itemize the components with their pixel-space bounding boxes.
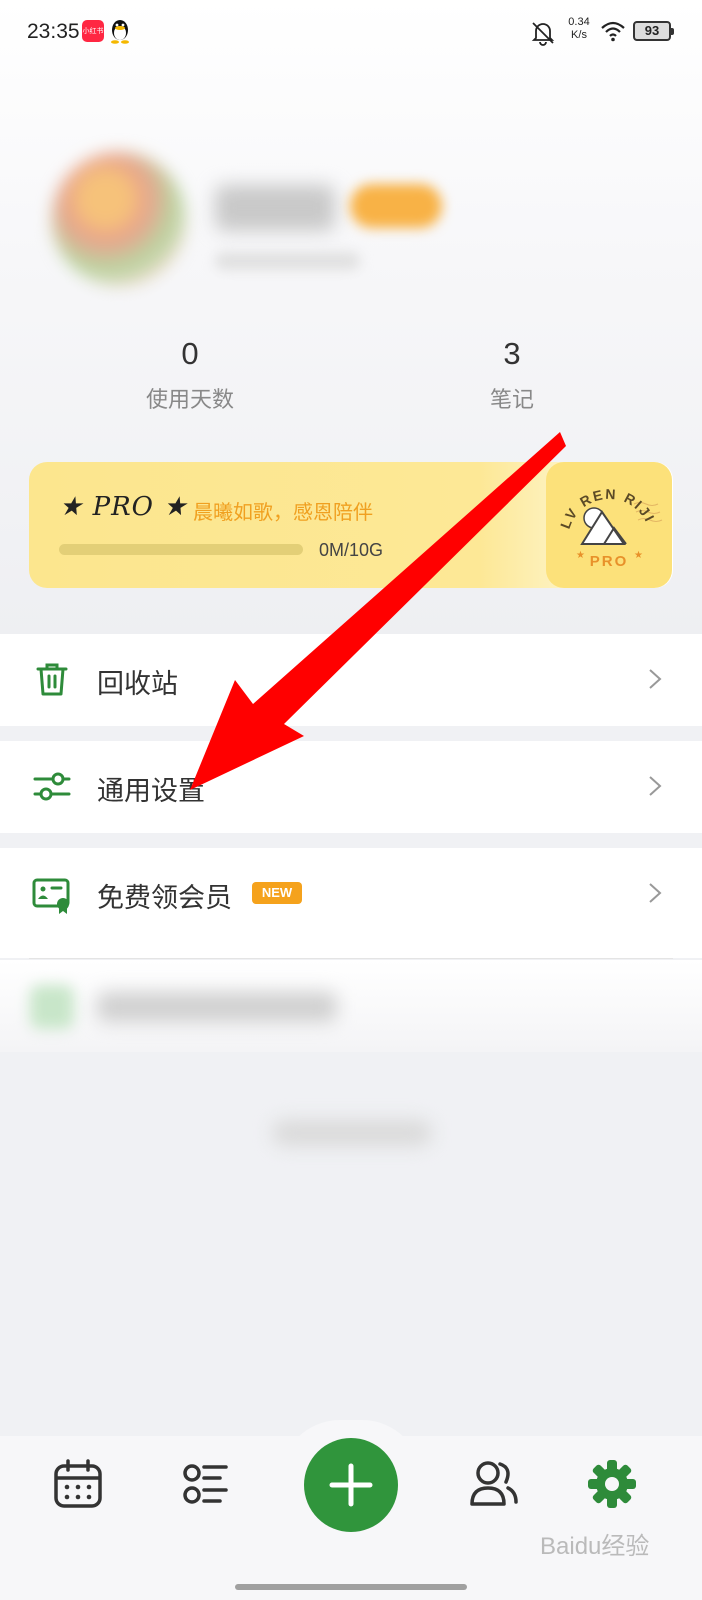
stamp-icon: LV REN RIJI PRO ★ ★ xyxy=(557,486,663,570)
pro-stamp-logo: LV REN RIJI PRO ★ ★ xyxy=(546,462,672,588)
menu-item-trash[interactable]: 回收站 xyxy=(0,634,702,726)
add-note-button[interactable] xyxy=(304,1438,398,1532)
menu-item-free-vip-label: 免费领会员 xyxy=(97,883,232,914)
membership-card-icon xyxy=(32,878,70,914)
status-time: 23:35 xyxy=(27,20,80,43)
chevron-right-icon xyxy=(649,776,662,796)
menu-divider xyxy=(29,958,673,959)
xiaohongshu-app-icon: 小红书 xyxy=(82,20,104,42)
blurred-label xyxy=(97,992,337,1022)
stamp-pro-text: PRO xyxy=(590,553,629,570)
menu-item-free-vip[interactable]: 免费领会员 NEW xyxy=(0,848,702,958)
network-speed: 0.34 K/s xyxy=(564,16,594,42)
trash-icon xyxy=(36,663,68,696)
battery-indicator: 93 xyxy=(633,21,674,41)
stat-notes[interactable]: 3 笔记 xyxy=(412,336,612,414)
mute-bell-icon xyxy=(531,22,555,46)
storage-progress-bar xyxy=(59,544,303,555)
users-icon[interactable] xyxy=(468,1458,520,1510)
pro-title: ★ PRO ★ xyxy=(59,492,188,522)
menu-item-general-settings-label: 通用设置 xyxy=(97,776,205,807)
storage-usage-text: 0M/10G xyxy=(319,540,384,560)
menu-item-blurred[interactable] xyxy=(0,960,702,1052)
menu-item-general-settings[interactable]: 通用设置 xyxy=(0,741,702,833)
vip-badge-blurred xyxy=(350,184,442,228)
calendar-icon[interactable] xyxy=(52,1458,104,1510)
blurred-icon xyxy=(30,985,74,1029)
stamp-star-left: ★ xyxy=(576,550,585,561)
menu-item-trash-label: 回收站 xyxy=(97,669,178,700)
chevron-right-icon xyxy=(649,883,662,903)
wifi-icon xyxy=(601,21,625,42)
new-badge: NEW xyxy=(252,882,302,904)
username-blurred[interactable] xyxy=(215,185,335,231)
stamp-star-right: ★ xyxy=(634,550,643,561)
chevron-right-icon xyxy=(649,669,662,689)
avatar[interactable] xyxy=(52,152,186,286)
stat-notes-value: 3 xyxy=(503,336,521,371)
status-bar: 23:35 小红书 0.34 K/s 93 xyxy=(0,0,702,66)
blurred-footer-text xyxy=(272,1120,432,1146)
user-id-blurred xyxy=(215,252,360,270)
settings-gear-icon[interactable] xyxy=(586,1458,638,1510)
qq-app-icon xyxy=(111,20,129,44)
network-speed-unit: K/s xyxy=(571,29,587,41)
notes-list-icon[interactable] xyxy=(180,1458,232,1510)
plus-icon xyxy=(329,1463,373,1507)
pro-slogan: 晨曦如歌，感恩陪伴 xyxy=(193,500,373,524)
baidu-watermark: Baidu经验 xyxy=(540,1533,650,1560)
stat-usage-days-value: 0 xyxy=(181,336,199,371)
network-speed-value: 0.34 xyxy=(568,16,590,28)
stat-usage-days-label: 使用天数 xyxy=(145,388,234,413)
stat-usage-days: 0 使用天数 xyxy=(90,336,290,414)
home-indicator[interactable] xyxy=(235,1584,467,1590)
stat-notes-label: 笔记 xyxy=(489,388,534,413)
sliders-icon xyxy=(33,772,71,801)
